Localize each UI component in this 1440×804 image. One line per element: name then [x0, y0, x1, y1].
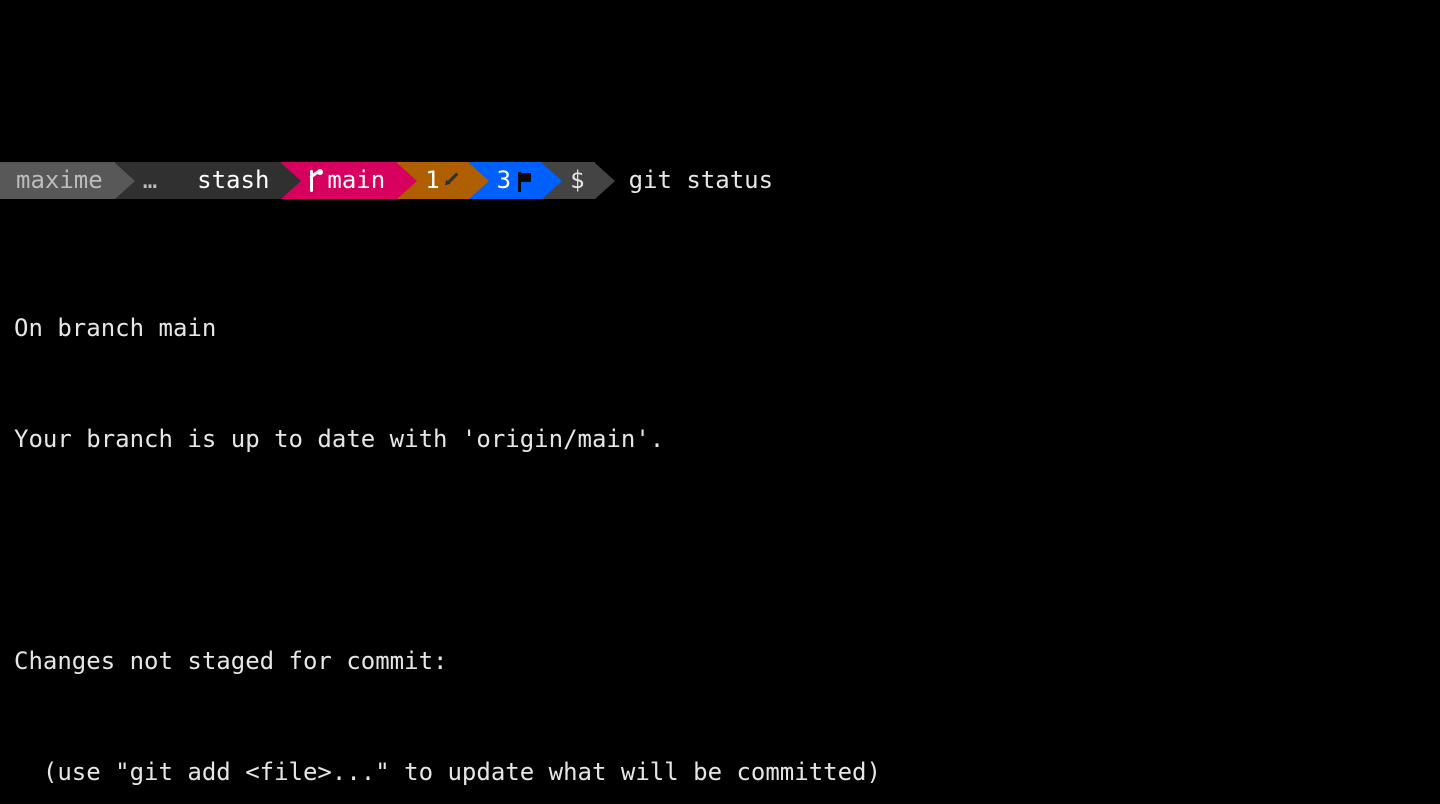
chevron-right-icon — [281, 163, 301, 199]
chevron-right-icon — [169, 163, 189, 199]
command-text: git status — [615, 162, 774, 199]
chevron-right-icon — [115, 163, 135, 199]
chevron-right-icon — [397, 163, 417, 199]
output-line — [0, 532, 1440, 569]
flag-icon — [516, 172, 532, 190]
terminal-window[interactable]: maxime … stash main 1 3 $ git status On … — [0, 0, 1440, 804]
chevron-right-icon — [595, 163, 615, 199]
output-line: (use "git add <file>..." to update what … — [0, 754, 1440, 791]
pencil-icon — [442, 171, 462, 191]
output-line: Changes not staged for commit: — [0, 643, 1440, 680]
output-line: On branch main — [0, 310, 1440, 347]
prompt-row-1: maxime … stash main 1 3 $ git status — [0, 162, 1440, 199]
branch-icon — [307, 170, 321, 192]
chevron-right-icon — [469, 163, 489, 199]
chevron-right-icon — [542, 163, 562, 199]
user-segment: maxime — [0, 162, 115, 199]
output-line: Your branch is up to date with 'origin/m… — [0, 421, 1440, 458]
